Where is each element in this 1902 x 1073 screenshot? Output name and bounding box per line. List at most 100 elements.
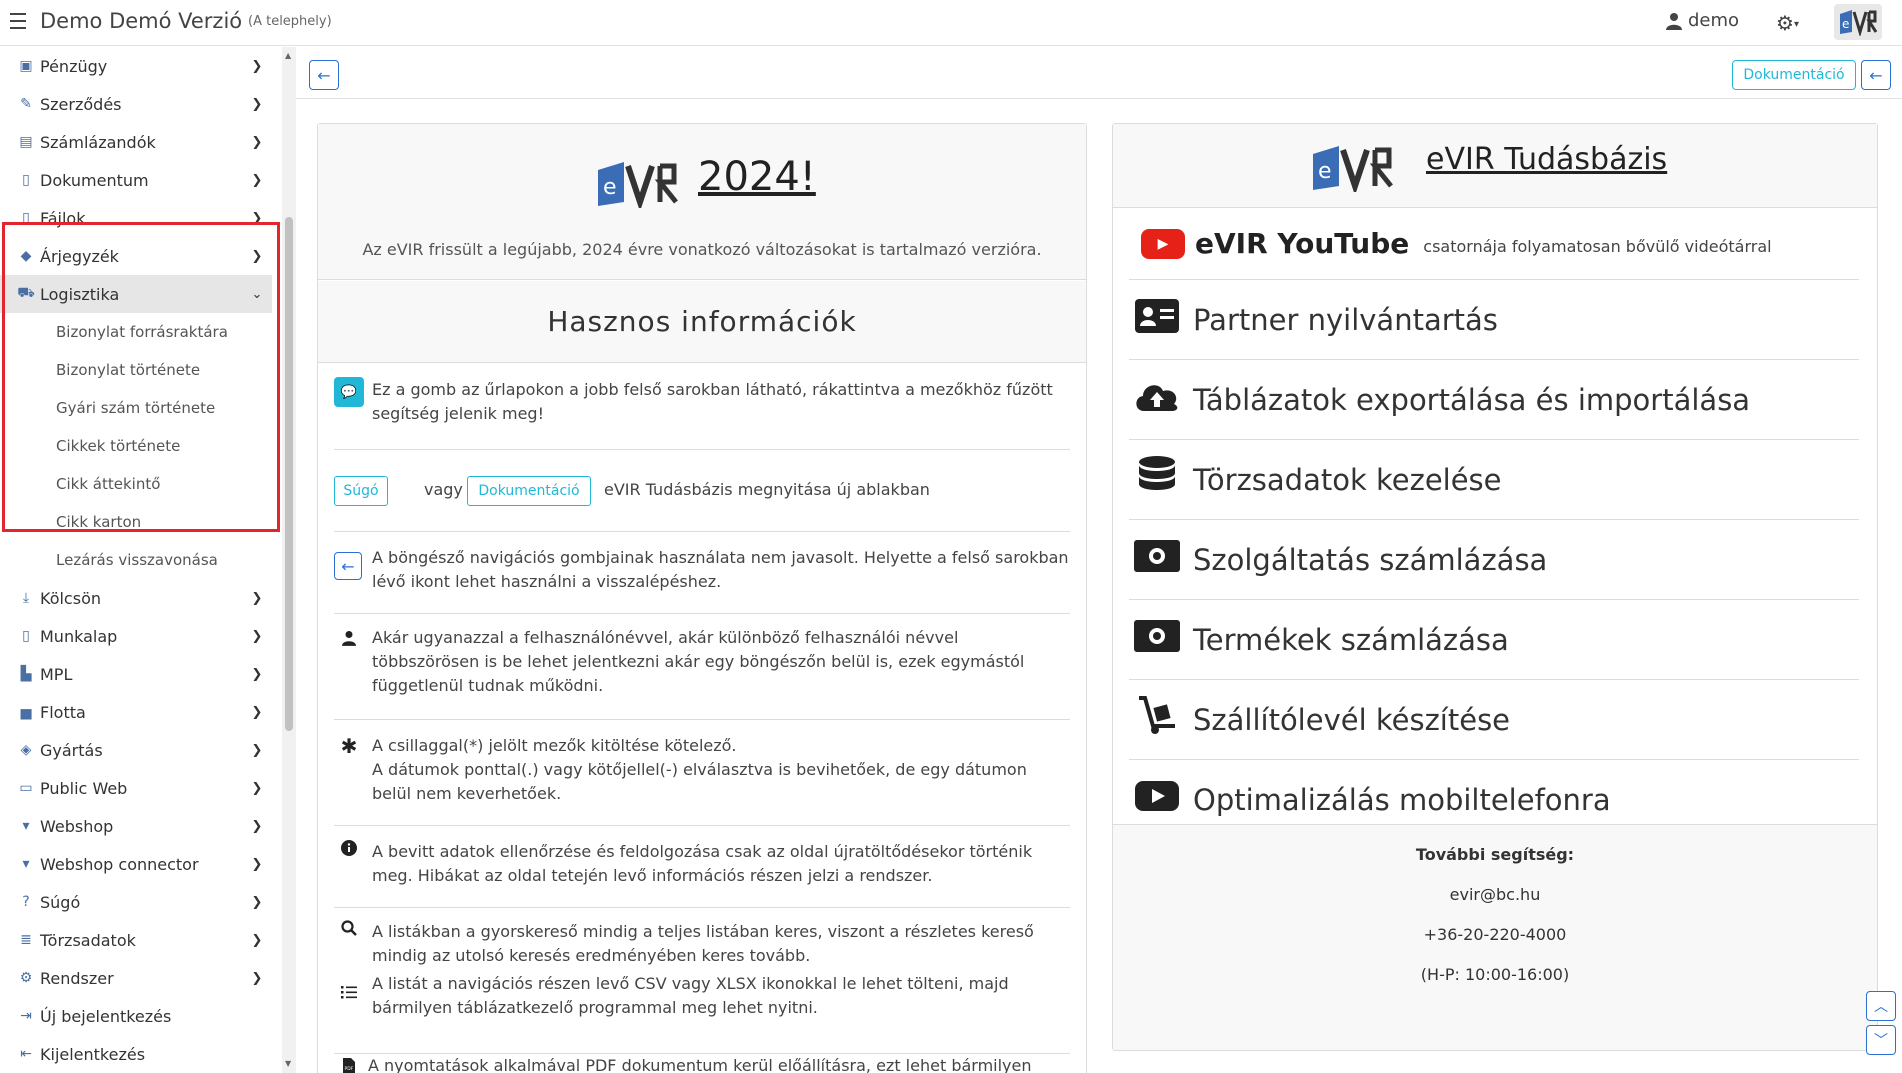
news-text: Az eVIR frissült a legújabb, 2024 évre v… bbox=[362, 240, 1042, 259]
pdf-file-icon: PDF bbox=[334, 1058, 364, 1073]
documentation-button[interactable]: Dokumentáció bbox=[1732, 60, 1856, 90]
kb-item-label: Törzsadatok kezelése bbox=[1193, 462, 1502, 497]
sidebar-scrollbar[interactable]: ▲ ▼ bbox=[282, 47, 296, 1073]
sidebar-item-uj-bejelentkezes[interactable]: ⇥ Új bejelentkezés bbox=[0, 997, 272, 1035]
sidebar: ▣ Pénzügy ❯ ✎ Szerződés ❯ ▤ Számlázandók ❯ ▯ Do… bbox=[0, 47, 282, 1073]
sidebar-item-torzsadatok[interactable]: ≣ Törzsadatok ❯ bbox=[0, 921, 272, 959]
cart-icon: ▾ bbox=[22, 818, 30, 834]
caret-down-icon: ▾ bbox=[1793, 19, 1799, 30]
app-logo-menu[interactable]: e bbox=[1834, 4, 1882, 40]
sidebar-item-kijelentkezes[interactable]: ⇤ Kijelentkezés bbox=[0, 1035, 272, 1073]
youtube-text: csatornája folyamatosan bővülő videótárr… bbox=[1423, 237, 1772, 256]
contract-icon: ✎ bbox=[20, 96, 32, 112]
chevron-right-icon: ❯ bbox=[251, 666, 263, 682]
info-text: A listákban a gyorskereső mindig a telje… bbox=[372, 922, 1034, 965]
sidebar-item-label: MPL bbox=[40, 664, 73, 684]
sidebar-item-public-web[interactable]: ▭ Public Web ❯ bbox=[0, 769, 272, 807]
settings-menu[interactable]: ⚙▾ bbox=[1776, 11, 1799, 35]
sidebar-item-webshop-connector[interactable]: ▾ Webshop connector ❯ bbox=[0, 845, 272, 883]
info-card: e 2024! Az eVIR frissült a legújabb, 202… bbox=[317, 123, 1087, 1073]
sidebar-item-szamlazandok[interactable]: ▤ Számlázandók ❯ bbox=[0, 123, 272, 161]
kb-item-service-billing[interactable]: Szolgáltatás számlázása bbox=[1129, 520, 1859, 600]
info-circle-icon bbox=[334, 840, 364, 860]
list-icon bbox=[334, 984, 364, 1003]
scrollbar-thumb[interactable] bbox=[285, 217, 293, 731]
invoice-icon: ▤ bbox=[19, 134, 33, 150]
sidebar-item-label: Webshop bbox=[40, 816, 114, 836]
scroll-bottom-button[interactable]: ﹀ bbox=[1866, 1025, 1896, 1055]
kb-item-label: Optimalizálás mobiltelefonra bbox=[1193, 783, 1611, 817]
sugo-button[interactable]: Súgó bbox=[334, 476, 388, 506]
chevron-right-icon: ❯ bbox=[251, 134, 263, 150]
info-row-list-export: A listát a navigációs részen levő CSV va… bbox=[334, 972, 1070, 1054]
top-bar: Demo Demó Verzió (A telephely) demo ⚙▾ e bbox=[0, 0, 1902, 46]
cubes-icon: ◈ bbox=[20, 742, 32, 758]
kb-item-export-import[interactable]: Táblázatok exportálása és importálása bbox=[1129, 360, 1859, 440]
svg-text:e: e bbox=[1318, 159, 1332, 184]
info-text-dates: A dátumok ponttal(.) vagy kötőjellel(-) … bbox=[372, 760, 1027, 803]
truck-icon: ▙ bbox=[20, 666, 32, 682]
contact-email[interactable]: evir@bc.hu bbox=[1113, 885, 1877, 904]
sidebar-item-label: Munkalap bbox=[40, 626, 118, 646]
chevron-right-icon: ❯ bbox=[251, 856, 263, 872]
scroll-top-button[interactable]: ︿ bbox=[1866, 991, 1896, 1021]
search-icon bbox=[334, 920, 364, 940]
submenu-item[interactable]: Lezárás visszavonása bbox=[0, 541, 272, 579]
sidebar-item-sugo[interactable]: ? Súgó ❯ bbox=[0, 883, 272, 921]
knowledge-base-link[interactable]: eVIR Tudásbázis bbox=[1426, 142, 1667, 177]
scroll-up-arrow-icon[interactable]: ▲ bbox=[285, 51, 291, 60]
kb-item-partner[interactable]: Partner nyilvántartás bbox=[1129, 280, 1859, 360]
useful-info-title: Hasznos információk bbox=[547, 305, 857, 338]
svg-text:PDF: PDF bbox=[345, 1066, 354, 1072]
info-text: Akár ugyanazzal a felhasználónévvel, aká… bbox=[372, 628, 1025, 695]
user-menu[interactable]: demo bbox=[1666, 10, 1739, 31]
documentation-link-button[interactable]: Dokumentáció bbox=[467, 476, 591, 506]
sidebar-item-dokumentum[interactable]: ▯ Dokumentum ❯ bbox=[0, 161, 272, 199]
svg-text:e: e bbox=[1842, 17, 1849, 31]
lend-icon: ⤓ bbox=[22, 590, 30, 606]
contact-phone[interactable]: +36-20-220-4000 bbox=[1113, 925, 1877, 944]
back-button-right[interactable]: ← bbox=[1861, 60, 1891, 90]
svg-text:e: e bbox=[603, 175, 617, 200]
info-row-search: A listákban a gyorskereső mindig a telje… bbox=[334, 908, 1070, 972]
sidebar-item-label: Pénzügy bbox=[40, 56, 108, 76]
sidebar-item-label: Kölcsön bbox=[40, 588, 101, 608]
sidebar-item-gyartas[interactable]: ◈ Gyártás ❯ bbox=[0, 731, 272, 769]
scroll-down-arrow-icon[interactable]: ▼ bbox=[285, 1059, 291, 1068]
sidebar-item-label: Számlázandók bbox=[40, 132, 156, 152]
sidebar-item-szerzodes[interactable]: ✎ Szerződés ❯ bbox=[0, 85, 272, 123]
youtube-play-icon bbox=[1129, 781, 1185, 819]
sidebar-item-flotta[interactable]: ▅ Flotta ❯ bbox=[0, 693, 272, 731]
sidebar-item-penzugy[interactable]: ▣ Pénzügy ❯ bbox=[0, 47, 272, 85]
cart-icon: ▾ bbox=[22, 856, 30, 872]
kb-youtube-link[interactable]: ▶ eVIR YouTube csatornája folyamatosan b… bbox=[1129, 208, 1859, 280]
or-text: vagy bbox=[424, 480, 463, 499]
kb-item-master-data[interactable]: Törzsadatok kezelése bbox=[1129, 440, 1859, 520]
back-button[interactable]: ← bbox=[309, 60, 339, 90]
car-icon: ▅ bbox=[20, 704, 32, 720]
chevron-right-icon: ❯ bbox=[251, 780, 263, 796]
kb-item-product-billing[interactable]: Termékek számlázása bbox=[1129, 600, 1859, 680]
logout-icon: ⇤ bbox=[20, 1046, 32, 1062]
money-icon: ▣ bbox=[19, 58, 33, 74]
kb-item-delivery-note[interactable]: Szállítólevél készítése bbox=[1129, 680, 1859, 760]
sidebar-item-webshop[interactable]: ▾ Webshop ❯ bbox=[0, 807, 272, 845]
news-banner: e 2024! Az eVIR frissült a legújabb, 202… bbox=[318, 124, 1086, 280]
chevron-right-icon: ❯ bbox=[251, 704, 263, 720]
info-text: Ez a gomb az űrlapokon a jobb felső saro… bbox=[372, 380, 1053, 423]
useful-info-header: Hasznos információk bbox=[318, 281, 1086, 363]
chevron-right-icon: ❯ bbox=[251, 970, 263, 986]
menu-icon[interactable] bbox=[10, 13, 26, 31]
info-text: A nyomtatások alkalmával PDF dokumentum … bbox=[368, 1056, 1032, 1073]
sidebar-item-rendszer[interactable]: ⚙ Rendszer ❯ bbox=[0, 959, 272, 997]
sidebar-item-munkalap[interactable]: ▯ Munkalap ❯ bbox=[0, 617, 272, 655]
chevron-right-icon: ❯ bbox=[251, 96, 263, 112]
news-year[interactable]: 2024! bbox=[698, 154, 816, 200]
sidebar-item-mpl[interactable]: ▙ MPL ❯ bbox=[0, 655, 272, 693]
content-toolbar bbox=[296, 47, 1902, 99]
docs-open-text: eVIR Tudásbázis megnyitása új ablakban bbox=[604, 480, 930, 499]
gears-icon: ⚙ bbox=[19, 970, 33, 986]
cloud-upload-icon bbox=[1129, 379, 1185, 421]
sidebar-item-kolcson[interactable]: ⤓ Kölcsön ❯ bbox=[0, 579, 272, 617]
chevron-right-icon: ❯ bbox=[251, 932, 263, 948]
